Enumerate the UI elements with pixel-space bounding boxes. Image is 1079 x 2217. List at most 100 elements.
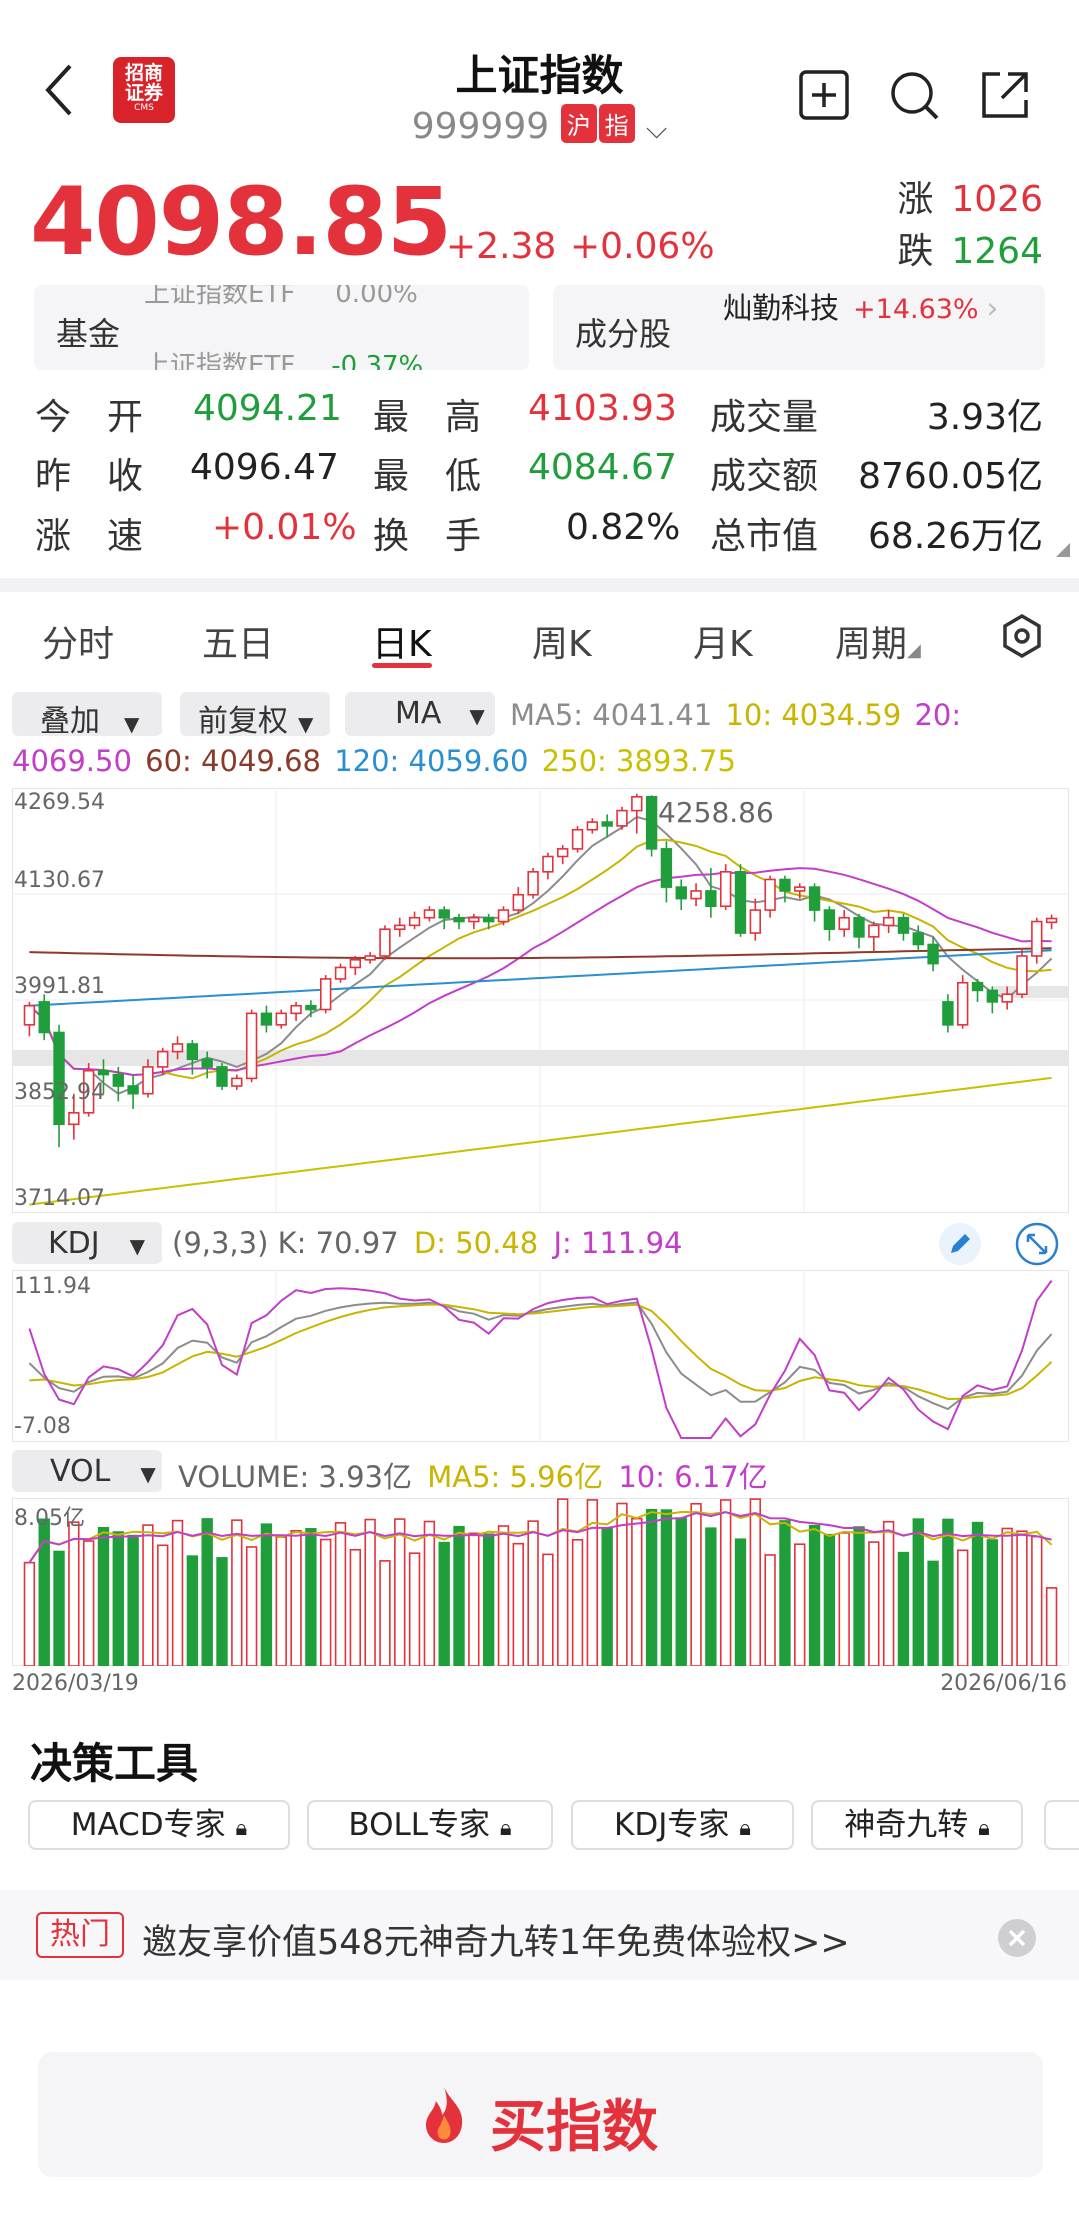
volume-bar	[408, 1552, 421, 1666]
search-icon[interactable]	[887, 68, 941, 122]
tool-magic-nine[interactable]: 神奇九转 🔒︎	[811, 1800, 1023, 1850]
y-axis-2: 4130.67	[14, 868, 105, 893]
candle-body	[112, 1073, 124, 1087]
volume-bar	[645, 1508, 658, 1666]
volume-bar	[142, 1524, 154, 1666]
tool-kdj[interactable]: KDJ专家 🔒︎	[571, 1800, 794, 1850]
high-value: 4103.93	[528, 388, 677, 429]
volume-bar	[379, 1560, 391, 1666]
volume-bar	[882, 1520, 895, 1666]
volume-bar	[186, 1555, 199, 1666]
volume-bar	[734, 1538, 747, 1666]
hot-tag: 热门	[36, 1912, 124, 1958]
kline-chart[interactable]	[12, 788, 1069, 1213]
candle-body	[586, 821, 599, 831]
vol-dropdown[interactable]: VOL ▼	[12, 1450, 162, 1492]
amount-value: 8760.05亿	[858, 456, 1043, 497]
volume-bar	[571, 1538, 584, 1666]
adjust-dropdown[interactable]: 前复权 ▼	[180, 692, 330, 739]
candle-body	[942, 1001, 954, 1026]
candle-body	[838, 916, 850, 930]
fund-card[interactable]: 基金 上证指数ETF 0.00% 上证指数ETF… -0.37%	[34, 285, 529, 370]
volume-bar	[468, 1532, 480, 1666]
candle-body	[482, 916, 495, 923]
section-divider	[0, 578, 1079, 592]
tool-boll[interactable]: BOLL专家 🔒︎	[307, 1800, 553, 1850]
candle-body	[779, 878, 791, 892]
volume-bar	[512, 1542, 524, 1666]
volume-bar	[912, 1518, 924, 1666]
overlay-dropdown[interactable]: 叠加 ▼	[12, 692, 162, 739]
volume-bar	[838, 1532, 850, 1666]
candle-body	[379, 928, 391, 957]
close-icon[interactable]	[997, 1918, 1037, 1958]
candle-body	[912, 932, 924, 946]
up-label: 涨	[897, 179, 934, 220]
indicator-dropdown[interactable]: MA ▼	[345, 692, 495, 736]
promo-text[interactable]: 邀友享价值548元神奇九转1年免费体验权>>	[142, 1914, 850, 1965]
open-label: 今 开	[35, 397, 144, 438]
candle-body	[394, 924, 406, 930]
volume-bar	[868, 1541, 880, 1666]
volume-chart	[23, 1498, 1058, 1666]
candle-body	[231, 1077, 243, 1087]
volume-bar	[453, 1525, 465, 1666]
volume-bar	[1031, 1535, 1043, 1666]
candle-body	[512, 893, 524, 911]
price-change-pct: +0.06%	[570, 226, 715, 267]
candle-body	[1031, 920, 1043, 957]
volume-bar	[719, 1499, 732, 1666]
volume-bar	[260, 1523, 273, 1666]
settings-icon[interactable]	[998, 612, 1046, 660]
y-axis-4: 3852.94	[14, 1080, 105, 1105]
expand-corner-icon[interactable]	[1056, 543, 1070, 557]
tab-weekly-k[interactable]: 周K	[532, 615, 592, 667]
candle-body	[719, 871, 732, 908]
y-axis-top: 4269.54	[14, 790, 105, 815]
volume-bar	[1001, 1527, 1013, 1666]
candle-body	[986, 989, 999, 1003]
tab-intraday[interactable]: 分时	[42, 615, 114, 667]
candle-body	[764, 878, 776, 911]
vol-y-top: 8.05亿	[14, 1506, 85, 1531]
edit-pencil-icon[interactable]	[938, 1222, 982, 1266]
component-stock-card[interactable]: 成分股 灿勤科技 +14.63% ›	[553, 285, 1045, 370]
volume-bar	[482, 1533, 495, 1666]
tab-daily-k[interactable]: 日K	[372, 615, 432, 667]
tab-period[interactable]: 周期◢	[835, 615, 921, 667]
volume-bar	[68, 1521, 80, 1666]
volume-bar	[364, 1518, 376, 1666]
vol-legend: VOLUME: 3.93亿 MA5: 5.96亿 10: 6.17亿	[178, 1460, 768, 1494]
volume-label: 成交量	[710, 397, 819, 438]
tool-more[interactable]	[1044, 1800, 1079, 1850]
lock-icon: 🔒︎	[499, 1816, 512, 1841]
kdj-y-top: 111.94	[14, 1274, 91, 1299]
volume-bar	[942, 1518, 954, 1666]
candle-body	[527, 871, 539, 896]
tools-title: 决策工具	[30, 1739, 199, 1788]
candle-body	[245, 1012, 258, 1080]
ma-legend-row1: MA5: 4041.41 10: 4034.59 20:	[510, 698, 962, 732]
tab-monthly-k[interactable]: 月K	[693, 615, 753, 667]
candle-body	[971, 981, 984, 992]
up-count: 1026	[951, 179, 1043, 220]
candle-body	[882, 916, 895, 927]
candle-body	[794, 886, 806, 892]
volume-bar	[986, 1539, 999, 1666]
candle-body	[453, 916, 465, 923]
volume-bar	[290, 1529, 302, 1666]
kdj-dropdown[interactable]: KDJ ▼	[12, 1222, 162, 1264]
share-icon[interactable]	[978, 68, 1032, 122]
fund-line1: 上证指数ETF 0.00%	[144, 285, 418, 309]
add-watchlist-icon[interactable]	[797, 68, 851, 122]
volume-bar	[601, 1527, 613, 1666]
tool-macd[interactable]: MACD专家 🔒︎	[28, 1800, 290, 1850]
candle-body	[690, 890, 702, 900]
candle-body	[320, 978, 332, 1011]
tab-five-day[interactable]: 五日	[202, 615, 274, 667]
volume-bar	[808, 1524, 821, 1666]
candle-body	[142, 1066, 154, 1095]
peak-price-label: 4258.86	[658, 796, 774, 829]
fullscreen-icon[interactable]	[1015, 1222, 1059, 1266]
volume-bar	[927, 1560, 939, 1666]
